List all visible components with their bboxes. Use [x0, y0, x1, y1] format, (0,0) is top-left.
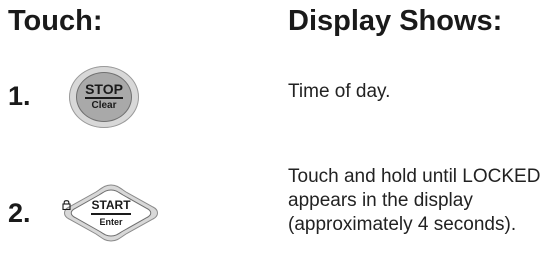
- start-enter-button[interactable]: START Enter: [62, 184, 160, 242]
- clear-button-label: Clear: [91, 100, 117, 111]
- stop-clear-button-face: STOP Clear: [76, 72, 132, 122]
- stop-clear-button[interactable]: STOP Clear: [69, 66, 139, 128]
- step-2-display-text: Touch and hold until LOCKED appears in t…: [288, 166, 541, 235]
- stop-button-label: STOP: [85, 81, 123, 99]
- step-1-number: 1.: [8, 81, 31, 111]
- touch-column-heading: Touch:: [8, 5, 103, 37]
- enter-button-label: Enter: [99, 217, 123, 227]
- lock-icon: [62, 200, 71, 210]
- display-column-heading: Display Shows:: [288, 5, 503, 37]
- start-button-label: START: [62, 199, 131, 215]
- step-2-number: 2.: [8, 198, 31, 228]
- start-button-label-group: START Enter: [62, 199, 160, 228]
- step-1-display-text: Time of day.: [288, 81, 391, 102]
